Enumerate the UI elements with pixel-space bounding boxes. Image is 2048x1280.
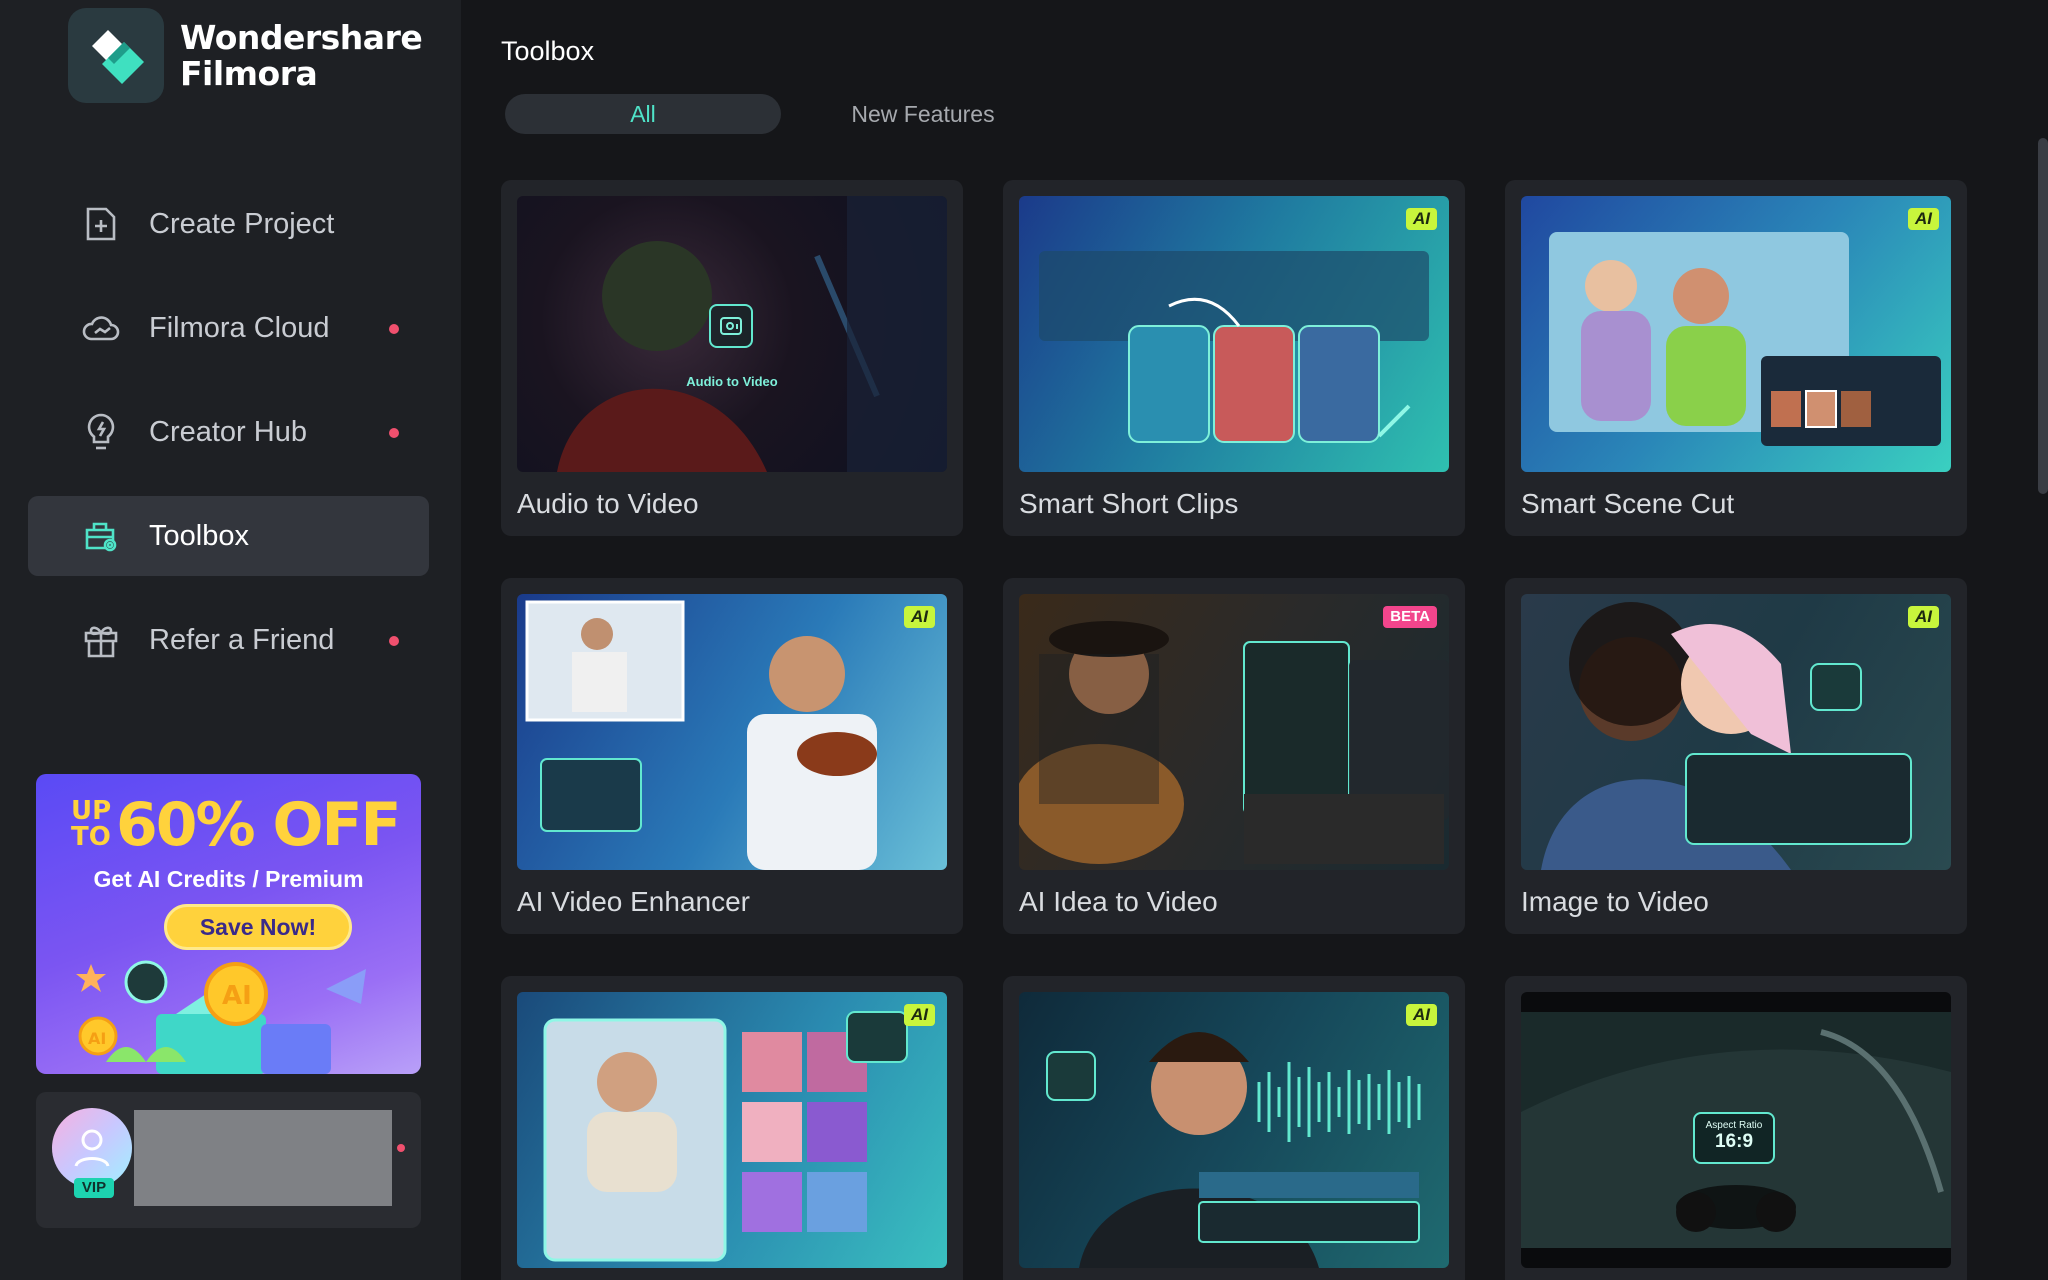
ai-badge: AI	[1406, 208, 1437, 230]
app-name-line2: Filmora	[180, 53, 318, 93]
card-title: AI Video Enhancer	[517, 886, 750, 917]
create-project-icon	[81, 204, 121, 244]
tool-card-ai-video-enhancer[interactable]: AI AI Video Enhancer	[501, 578, 963, 934]
sidebar-item-label: Refer a Friend	[149, 623, 335, 656]
aspect-ratio-overlay: Aspect Ratio 16:9	[1693, 1112, 1775, 1164]
filmora-logo-icon	[68, 8, 164, 103]
ai-badge: AI	[1908, 606, 1939, 628]
promo-coins-illustration: AI AI	[76, 960, 366, 1074]
ai-badge: AI	[1406, 1004, 1437, 1026]
svg-text:AI: AI	[222, 981, 252, 1011]
card-thumbnail: AI	[1521, 196, 1951, 472]
filter-tabs: All New Features	[505, 94, 1061, 134]
scrollbar[interactable]	[2038, 138, 2048, 494]
thumbnail-art	[525, 600, 877, 870]
thumbnail-art	[1019, 621, 1449, 864]
tool-card-ai-music[interactable]: AI	[1003, 976, 1465, 1280]
card-thumbnail: AI	[1019, 992, 1449, 1268]
tool-card-smart-short-clips[interactable]: AI Smart Short Clips	[1003, 180, 1465, 536]
sidebar-item-creator-hub[interactable]: Creator Hub	[28, 392, 429, 472]
gift-icon	[81, 620, 121, 660]
card-thumbnail: BETA	[1019, 594, 1449, 870]
sidebar-item-label: Creator Hub	[149, 415, 307, 448]
card-thumbnail: AI	[517, 594, 947, 870]
main-content: Toolbox All New Features Audio to Video …	[461, 0, 2048, 1280]
notification-dot	[389, 428, 399, 438]
card-thumbnail: AI	[1521, 594, 1951, 870]
sidebar-item-create-project[interactable]: Create Project	[28, 184, 429, 264]
tool-card-aspect-ratio[interactable]: Aspect Ratio 16:9	[1505, 976, 1967, 1280]
toolbox-icon	[81, 516, 121, 556]
notification-dot	[389, 324, 399, 334]
app-name: Wondershare Filmora	[180, 17, 423, 93]
save-now-button[interactable]: Save Now!	[164, 904, 352, 950]
promo-discount: 60% OFF	[116, 790, 401, 860]
thumbnail-art	[1046, 1032, 1421, 1268]
app-name-line1: Wondershare	[180, 17, 423, 57]
audio-to-video-icon	[709, 304, 753, 348]
promo-up-to: UP TO	[71, 796, 112, 852]
tool-card-photo-collage[interactable]: AI	[501, 976, 963, 1280]
avatar[interactable]	[52, 1108, 132, 1188]
tool-card-ai-idea-to-video[interactable]: BETA AI Idea to Video	[1003, 578, 1465, 934]
thumbnail-art	[1039, 251, 1429, 443]
card-thumbnail: Audio to Video	[517, 196, 947, 472]
sidebar-item-label: Filmora Cloud	[149, 311, 330, 344]
svg-text:AI: AI	[88, 1029, 106, 1048]
aspect-ratio-caption: Aspect Ratio	[1705, 1120, 1763, 1131]
card-title: Smart Short Clips	[1019, 488, 1239, 519]
card-title: Image to Video	[1521, 886, 1709, 917]
sidebar-item-toolbox[interactable]: Toolbox	[28, 496, 429, 576]
beta-badge: BETA	[1383, 606, 1437, 628]
promo-banner[interactable]: UP TO 60% OFF Get AI Credits / Premium S…	[36, 774, 421, 1074]
card-thumbnail: AI	[1019, 196, 1449, 472]
sidebar-item-refer-a-friend[interactable]: Refer a Friend	[28, 600, 429, 680]
card-thumbnail: AI	[517, 992, 947, 1268]
lightbulb-icon	[81, 412, 121, 452]
notification-dot	[397, 1144, 405, 1152]
notification-dot	[389, 636, 399, 646]
tool-card-audio-to-video[interactable]: Audio to Video Audio to Video	[501, 180, 963, 536]
ai-badge: AI	[904, 606, 935, 628]
sidebar-nav: Create Project Filmora Cloud Creator Hub	[28, 184, 429, 704]
tab-all[interactable]: All	[505, 94, 781, 134]
user-account-card[interactable]: VIP	[36, 1092, 421, 1228]
user-name-redacted	[134, 1110, 392, 1206]
thumbnail-art	[1541, 602, 1912, 870]
card-title: Audio to Video	[517, 488, 699, 519]
card-title: AI Idea to Video	[1019, 886, 1218, 917]
cloud-icon	[81, 308, 121, 348]
ai-badge: AI	[1908, 208, 1939, 230]
card-title: Smart Scene Cut	[1521, 488, 1735, 519]
tab-new-features[interactable]: New Features	[785, 94, 1061, 134]
card-thumbnail: Aspect Ratio 16:9	[1521, 992, 1951, 1268]
page-title: Toolbox	[501, 36, 595, 66]
sidebar-item-filmora-cloud[interactable]: Filmora Cloud	[28, 288, 429, 368]
tool-card-smart-scene-cut[interactable]: AI Smart Scene Cut	[1505, 180, 1967, 536]
aspect-ratio-value: 16:9	[1714, 1131, 1754, 1152]
tool-card-image-to-video[interactable]: AI Image to Video	[1505, 578, 1967, 934]
thumbnail-art	[543, 1011, 908, 1262]
sidebar-item-label: Create Project	[149, 207, 335, 240]
thumbnail-art	[1549, 232, 1941, 446]
app-logo[interactable]: Wondershare Filmora	[68, 8, 423, 103]
sidebar-item-label: Toolbox	[149, 519, 249, 552]
sidebar: Wondershare Filmora Create Project Filmo…	[0, 0, 461, 1280]
promo-subtitle: Get AI Credits / Premium	[93, 866, 364, 892]
ai-badge: AI	[904, 1004, 935, 1026]
thumbnail-caption: Audio to Video	[686, 374, 778, 389]
vip-badge: VIP	[74, 1178, 114, 1198]
